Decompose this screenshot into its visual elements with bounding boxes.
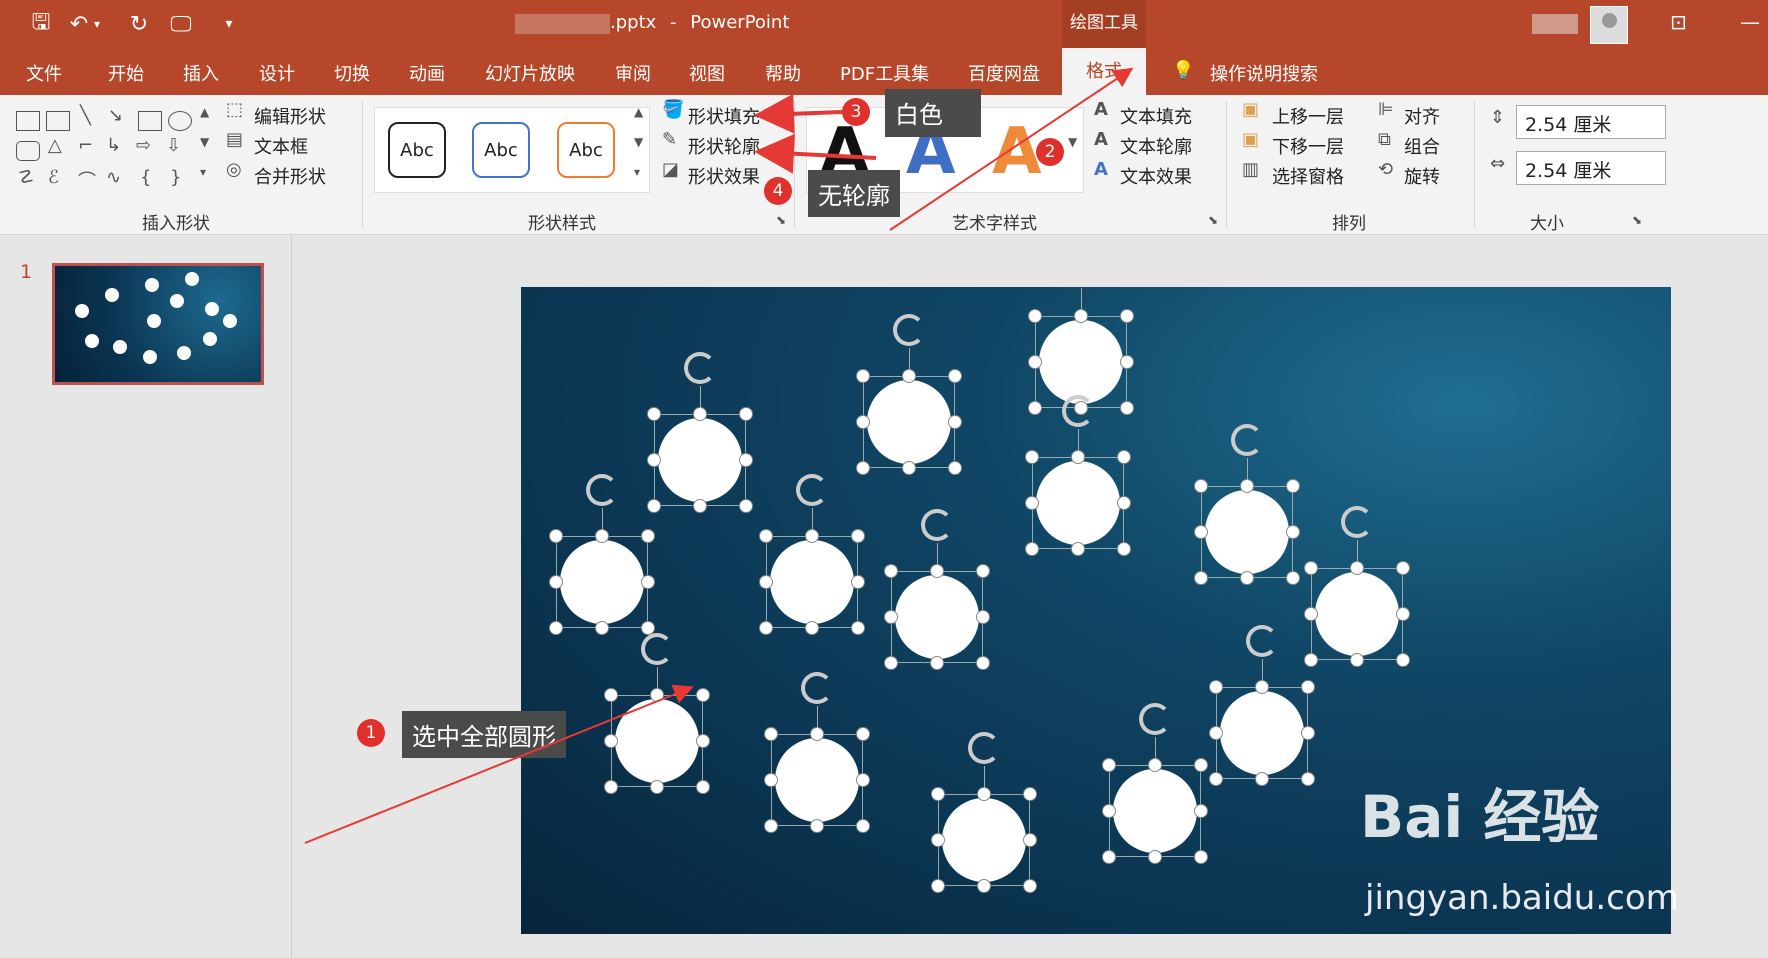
arrow-to-shape-outline xyxy=(754,133,877,174)
arrow-to-shape-fill xyxy=(754,93,843,134)
baidu-watermark-url: jingyan.baidu.com xyxy=(1365,878,1679,918)
arrow-to-circles xyxy=(304,684,694,844)
arrow-to-format-tab xyxy=(889,67,1134,231)
baidu-watermark-logo: Bai 经验 xyxy=(1360,783,1600,851)
